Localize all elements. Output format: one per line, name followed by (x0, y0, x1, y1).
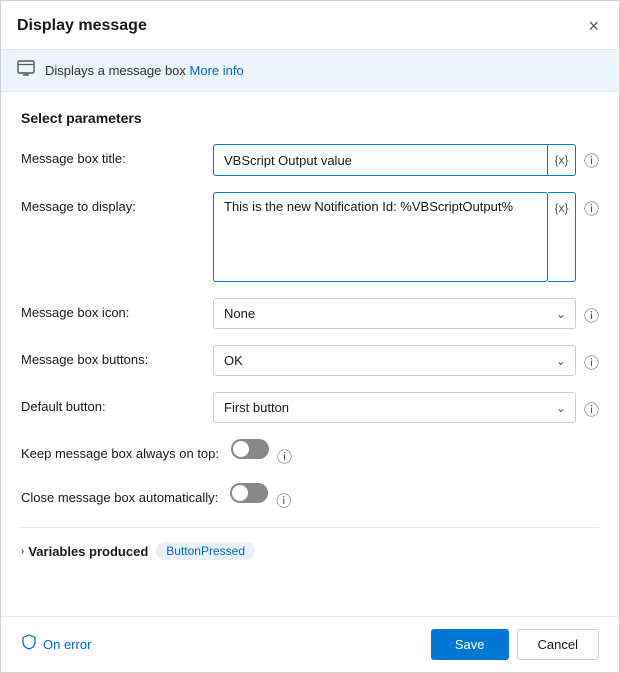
variables-section: › Variables produced ButtonPressed (21, 527, 599, 570)
message-box-title-input[interactable] (213, 144, 548, 176)
more-info-link[interactable]: More info (190, 63, 244, 78)
close-automatically-toggle-wrapper (230, 483, 268, 503)
main-content: Select parameters Message box title: {x}… (1, 92, 619, 616)
message-to-display-row: Message to display: {x} ⓘ (21, 192, 599, 282)
cancel-button[interactable]: Cancel (517, 629, 599, 660)
close-automatically-info-icon[interactable]: ⓘ (276, 483, 291, 511)
close-automatically-control: ⓘ (230, 483, 599, 511)
keep-on-top-toggle[interactable] (231, 439, 269, 459)
variables-label: Variables produced (28, 544, 148, 559)
dialog-title: Display message (17, 17, 147, 35)
on-error-label: On error (43, 637, 91, 652)
message-box-buttons-label: Message box buttons: (21, 345, 201, 367)
message-box-buttons-select-wrapper: OK OK - Cancel Yes - No Yes - No - Cance… (213, 345, 576, 376)
message-to-display-textarea[interactable] (213, 192, 548, 282)
keep-on-top-row: Keep message box always on top: ⓘ (21, 439, 599, 467)
default-button-row: Default button: First button Second butt… (21, 392, 599, 423)
message-box-icon-select-wrapper: None Information Question Warning Error … (213, 298, 576, 329)
message-box-title-suffix[interactable]: {x} (548, 144, 576, 176)
message-box-icon-select[interactable]: None Information Question Warning Error (213, 298, 576, 329)
title-bar: Display message × (1, 1, 619, 50)
message-box-title-label: Message box title: (21, 144, 201, 166)
keep-on-top-toggle-wrapper (231, 439, 269, 459)
message-to-display-control: {x} ⓘ (213, 192, 599, 282)
message-box-icon-label: Message box icon: (21, 298, 201, 320)
footer-actions: Save Cancel (431, 629, 599, 660)
message-to-display-input-group: {x} (213, 192, 576, 282)
variables-toggle[interactable]: › Variables produced (21, 544, 148, 559)
default-button-control: First button Second button Third button … (213, 392, 599, 423)
message-box-buttons-row: Message box buttons: OK OK - Cancel Yes … (21, 345, 599, 376)
message-box-title-row: Message box title: {x} ⓘ (21, 144, 599, 176)
keep-on-top-info-icon[interactable]: ⓘ (277, 439, 292, 467)
message-to-display-suffix[interactable]: {x} (548, 192, 576, 282)
message-box-icon-info-icon[interactable]: ⓘ (584, 298, 599, 326)
default-button-select[interactable]: First button Second button Third button (213, 392, 576, 423)
keep-on-top-control: ⓘ (231, 439, 599, 467)
message-to-display-label: Message to display: (21, 192, 201, 214)
info-banner-text: Displays a message box More info (45, 63, 244, 78)
keep-on-top-label: Keep message box always on top: (21, 439, 219, 461)
default-button-label: Default button: (21, 392, 201, 414)
variables-chevron-icon: › (21, 546, 24, 557)
shield-icon (21, 634, 37, 655)
message-box-buttons-control: OK OK - Cancel Yes - No Yes - No - Cance… (213, 345, 599, 376)
info-banner: Displays a message box More info (1, 50, 619, 92)
message-box-icon (17, 60, 35, 81)
close-button[interactable]: × (584, 15, 603, 37)
on-error-link[interactable]: On error (21, 634, 91, 655)
default-button-select-wrapper: First button Second button Third button … (213, 392, 576, 423)
variable-badge[interactable]: ButtonPressed (156, 542, 255, 560)
footer: On error Save Cancel (1, 616, 619, 672)
close-automatically-toggle[interactable] (230, 483, 268, 503)
message-box-title-input-group: {x} (213, 144, 576, 176)
close-automatically-label: Close message box automatically: (21, 483, 218, 505)
message-box-icon-control: None Information Question Warning Error … (213, 298, 599, 329)
close-automatically-row: Close message box automatically: ⓘ (21, 483, 599, 511)
message-box-title-control: {x} ⓘ (213, 144, 599, 176)
message-box-buttons-select[interactable]: OK OK - Cancel Yes - No Yes - No - Cance… (213, 345, 576, 376)
default-button-info-icon[interactable]: ⓘ (584, 392, 599, 420)
section-title: Select parameters (21, 110, 599, 126)
message-to-display-info-icon[interactable]: ⓘ (584, 192, 599, 219)
message-box-buttons-info-icon[interactable]: ⓘ (584, 345, 599, 373)
save-button[interactable]: Save (431, 629, 509, 660)
message-box-icon-row: Message box icon: None Information Quest… (21, 298, 599, 329)
message-box-title-info-icon[interactable]: ⓘ (584, 144, 599, 171)
